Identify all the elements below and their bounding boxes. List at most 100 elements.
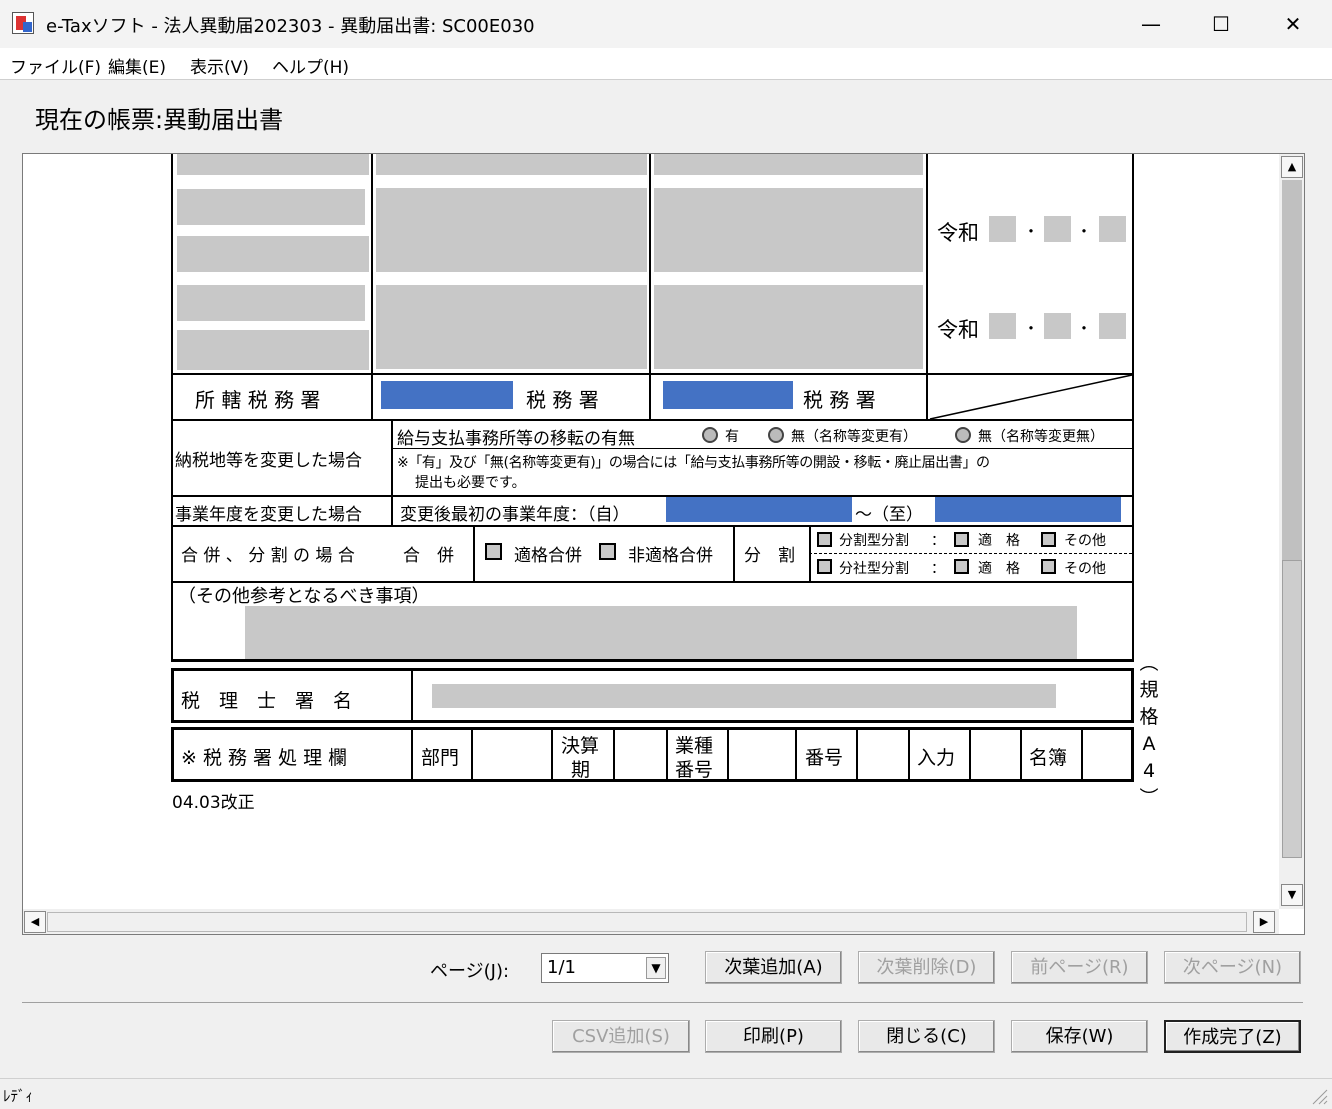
new-tax-office-field[interactable]: [663, 381, 793, 409]
date-year-field[interactable]: [989, 313, 1016, 339]
old-location-field[interactable]: [376, 154, 647, 175]
number-label: 番号: [805, 747, 844, 769]
split-type1-other-checkbox[interactable]: [1041, 532, 1056, 547]
divider: [551, 727, 553, 782]
horizontal-scrollbar[interactable]: ◀ ▶: [23, 909, 1279, 934]
industry-label-bottom: 番号: [675, 759, 714, 781]
old-location-field[interactable]: [376, 188, 647, 272]
old-location-field[interactable]: [376, 285, 647, 369]
menu-view[interactable]: 表示(V): [190, 53, 249, 78]
split-type1-qualified-checkbox[interactable]: [954, 532, 969, 547]
vertical-scrollbar[interactable]: ▲ ▼: [1279, 154, 1304, 909]
nonqualified-merger-checkbox[interactable]: [599, 543, 616, 560]
revision-label: 04.03改正: [172, 793, 255, 813]
minimize-button[interactable]: —: [1128, 8, 1174, 40]
address-field[interactable]: [177, 154, 369, 175]
other-reference-field[interactable]: [245, 606, 1077, 660]
diagonal-slash: [929, 374, 1133, 420]
fiscal-first-label: 変更後最初の事業年度：（自）: [400, 505, 630, 525]
qualified-merger-label: 適格合併: [514, 546, 582, 566]
radio-no-changed-label: 無（名称等変更有）: [791, 429, 917, 445]
split-type1-label: 分割型分割: [839, 533, 909, 549]
date-day-field[interactable]: [1099, 216, 1126, 242]
row-line: [171, 419, 1134, 421]
payroll-transfer-question: 給与支払事務所等の移転の有無: [397, 429, 635, 449]
divider: [727, 727, 729, 782]
separator: [22, 1002, 1303, 1003]
split-type2-qualified-checkbox[interactable]: [954, 559, 969, 574]
radio-yes[interactable]: [702, 427, 718, 443]
dept-label: 部門: [421, 747, 460, 769]
split-type1-checkbox[interactable]: [817, 532, 832, 547]
size-note-char: 格: [1139, 706, 1159, 728]
radio-no-unchanged[interactable]: [955, 427, 971, 443]
delete-next-page-button[interactable]: 次葉削除(D): [858, 951, 995, 984]
address-field[interactable]: [177, 285, 365, 321]
radio-no-unchanged-label: 無（名称等変更無）: [978, 429, 1104, 445]
row-line: [171, 525, 1134, 527]
csv-add-button[interactable]: CSV追加(S): [552, 1020, 690, 1053]
new-location-field[interactable]: [654, 188, 923, 272]
address-field[interactable]: [177, 236, 369, 272]
industry-label-top: 業種: [675, 735, 714, 757]
new-location-field[interactable]: [654, 154, 923, 175]
accountant-signature-field[interactable]: [432, 684, 1056, 708]
scroll-thumb[interactable]: [1282, 560, 1302, 858]
scroll-up-icon[interactable]: ▲: [1281, 156, 1303, 178]
qualified-merger-checkbox[interactable]: [485, 543, 502, 560]
split-label: 分 割: [744, 546, 795, 566]
next-page-button[interactable]: 次ページ(N): [1164, 951, 1301, 984]
chevron-down-icon[interactable]: ▼: [646, 957, 666, 979]
menu-help[interactable]: ヘルプ(H): [272, 53, 349, 78]
scroll-right-icon[interactable]: ▶: [1253, 911, 1275, 933]
colon: ：: [931, 561, 945, 577]
date-year-field[interactable]: [989, 216, 1016, 242]
form-viewport: 令和 ・ ・ 令和 ・ ・ 所 轄 税 務 署 税 務 署 税 務 署 納税地等…: [22, 153, 1305, 935]
page-select[interactable]: 1/1 ▼: [541, 953, 669, 983]
scroll-thumb[interactable]: [47, 912, 1247, 932]
qualified-label: 適 格: [978, 533, 1020, 549]
scroll-down-icon[interactable]: ▼: [1281, 884, 1303, 906]
size-note-char: ︶: [1139, 787, 1159, 809]
split-type2-other-checkbox[interactable]: [1041, 559, 1056, 574]
settlement-label-bottom: 期: [571, 759, 591, 781]
resize-grip-icon[interactable]: [1310, 1087, 1328, 1105]
date-month-field[interactable]: [1044, 313, 1071, 339]
old-tax-office-field[interactable]: [381, 381, 513, 409]
divider: [1081, 727, 1083, 782]
merger-label: 合 併 、 分 割 の 場 合: [181, 546, 355, 566]
maximize-button[interactable]: ☐: [1198, 8, 1244, 40]
menu-file[interactable]: ファイル(F): [10, 53, 101, 78]
fiscal-from-field[interactable]: [666, 497, 852, 522]
radio-no-changed[interactable]: [768, 427, 784, 443]
size-note-char: A: [1142, 733, 1156, 755]
payment-change-label: 納税地等を変更した場合: [175, 451, 362, 471]
new-location-field[interactable]: [654, 285, 923, 369]
fiscal-to-field[interactable]: [935, 497, 1121, 522]
address-field[interactable]: [177, 330, 369, 370]
split-type2-checkbox[interactable]: [817, 559, 832, 574]
print-button[interactable]: 印刷(P): [705, 1020, 842, 1053]
tax-office-label: 所 轄 税 務 署: [195, 388, 321, 412]
date-separator: ・: [1076, 222, 1093, 241]
close-button[interactable]: 閉じる(C): [858, 1020, 995, 1053]
app-icon: [12, 12, 34, 34]
address-field[interactable]: [177, 189, 365, 225]
prev-page-button[interactable]: 前ページ(R): [1011, 951, 1148, 984]
status-text: ﾚﾃﾞｨ: [3, 1087, 34, 1105]
save-button[interactable]: 保存(W): [1011, 1020, 1148, 1053]
scroll-left-icon[interactable]: ◀: [24, 911, 46, 933]
nonqualified-merger-label: 非適格合併: [628, 546, 713, 566]
complete-button[interactable]: 作成完了(Z): [1164, 1020, 1301, 1053]
date-separator: ・: [1023, 222, 1040, 241]
size-note-char: 規: [1139, 679, 1159, 701]
divider: [371, 154, 373, 420]
tax-office-suffix: 税 務 署: [803, 388, 876, 412]
size-note-char: ︵: [1139, 652, 1159, 674]
input-label: 入力: [917, 747, 956, 769]
add-next-page-button[interactable]: 次葉追加(A): [705, 951, 842, 984]
close-window-button[interactable]: ✕: [1270, 8, 1316, 40]
menu-edit[interactable]: 編集(E): [108, 53, 166, 78]
date-day-field[interactable]: [1099, 313, 1126, 339]
date-month-field[interactable]: [1044, 216, 1071, 242]
